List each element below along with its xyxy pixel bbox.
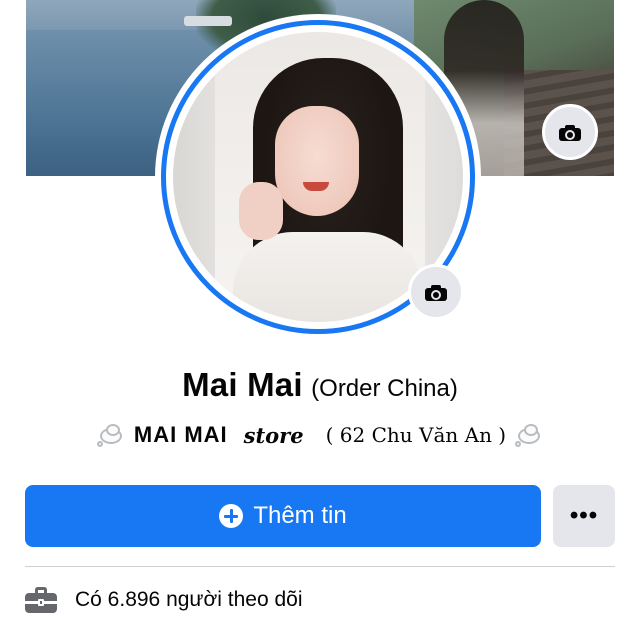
profile-bio: MAI MAI store ( 62 Chu Văn An ) — [0, 422, 640, 448]
profile-page: Mai Mai (Order China) MAI MAI store ( 62… — [0, 0, 640, 640]
add-story-label: Thêm tin — [253, 502, 347, 529]
thought-balloon-icon — [96, 422, 126, 448]
more-options-button[interactable]: ••• — [553, 485, 615, 547]
camera-icon — [425, 284, 447, 301]
camera-icon — [559, 124, 581, 141]
cover-boat — [184, 16, 232, 26]
thought-balloon-icon — [514, 422, 544, 448]
profile-alternate-name: (Order China) — [311, 375, 458, 402]
add-story-button[interactable]: Thêm tin — [25, 485, 541, 547]
followers-count-text: Có 6.896 người theo dõi — [75, 588, 303, 611]
edit-cover-photo-button[interactable] — [542, 104, 598, 160]
plus-circle-icon — [219, 504, 244, 528]
divider — [25, 566, 615, 567]
bio-store: store — [243, 422, 304, 448]
edit-profile-picture-button[interactable] — [408, 264, 464, 320]
briefcase-icon — [25, 586, 57, 614]
profile-name-main: Mai Mai — [182, 366, 303, 403]
bio-brand: MAI MAI — [133, 422, 228, 447]
followers-detail: Có 6.896 người theo dõi — [25, 583, 302, 617]
bio-address: ( 62 Chu Văn An ) — [325, 423, 507, 447]
profile-name: Mai Mai (Order China) — [0, 366, 640, 404]
